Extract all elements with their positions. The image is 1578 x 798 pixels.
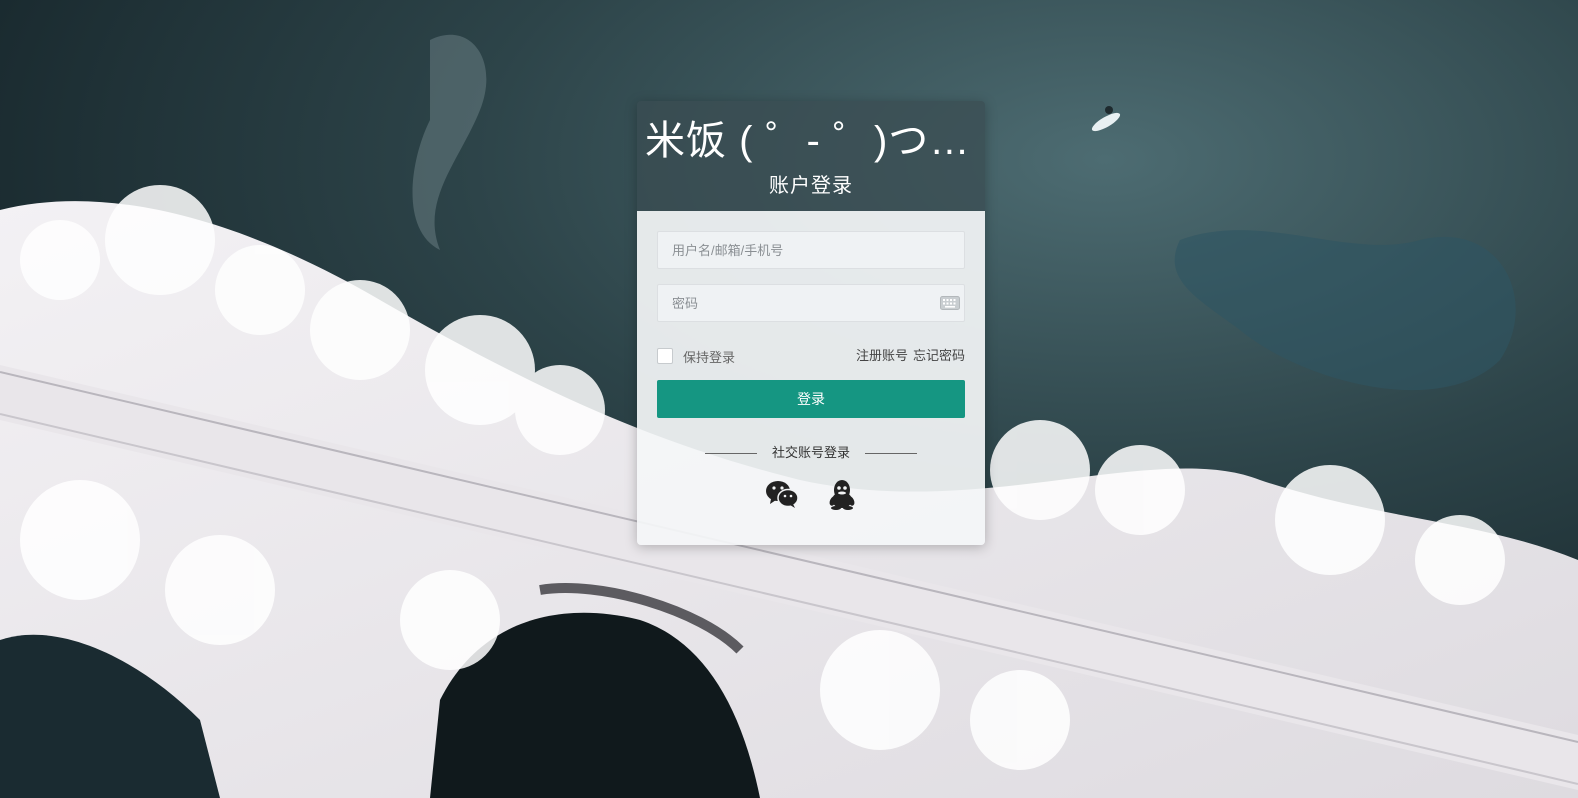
login-card: 米饭 ( ゜- ゜)つロ... 账户登录 用户名/邮箱/手机号 保持登录 注册账… (637, 101, 985, 545)
login-subtitle: 账户登录 (769, 175, 853, 197)
wechat-icon[interactable] (765, 477, 799, 511)
username-field-wrapper (657, 231, 965, 269)
keyboard-icon[interactable] (940, 295, 960, 311)
account-links: 注册账号 忘记密码 (856, 347, 965, 365)
password-input[interactable] (658, 285, 942, 321)
username-input[interactable] (658, 232, 942, 268)
login-button[interactable]: 登录 (657, 380, 965, 418)
remember-label: 保持登录 (683, 349, 736, 365)
remember-checkbox[interactable] (657, 348, 673, 364)
qq-icon[interactable] (825, 477, 859, 511)
remember-me[interactable]: 保持登录 (657, 347, 735, 365)
divider-line-right (865, 453, 917, 454)
forgot-password-link[interactable]: 忘记密码 (913, 348, 965, 363)
register-link[interactable]: 注册账号 (856, 348, 908, 363)
divider-line-left (705, 453, 757, 454)
password-field-wrapper (657, 284, 965, 322)
login-form: 保持登录 注册账号忘记密码 登录 社交账号登录 (637, 211, 985, 545)
social-login-divider: 社交账号登录 (637, 444, 985, 462)
login-card-header: 米饭 ( ゜- ゜)つロ... 账户登录 (637, 101, 985, 211)
social-login-label: 社交账号登录 (771, 445, 850, 460)
site-title: 米饭 ( ゜- ゜)つロ... (645, 119, 985, 163)
